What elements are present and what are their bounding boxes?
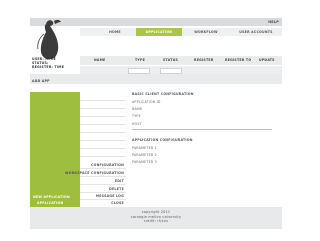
col-register[interactable]: REGISTER	[194, 56, 214, 65]
main-nav: HOME APPLICATION WORKFLOW USER ACCOUNTS	[80, 28, 282, 36]
tab-application[interactable]: APPLICATION	[136, 28, 182, 36]
footer-copyright: copyright 2011	[141, 210, 171, 214]
parameter-2-label: PARAMETER 2	[132, 153, 157, 157]
tab-application-label: APPLICATION	[145, 30, 173, 34]
edit-link[interactable]: EDIT	[115, 179, 124, 183]
message-log-link[interactable]: MESSAGE LOG	[96, 194, 124, 198]
tab-user-accounts[interactable]: USER ACCOUNTS	[230, 28, 282, 36]
help-link[interactable]: HELP	[268, 20, 279, 24]
add-app-button[interactable]: ADD APP	[32, 79, 50, 83]
basic-config-heading: BASIC CLIENT CONFIGURATION	[132, 92, 194, 96]
workspace-configuration-link[interactable]: WORKSPACE CONFIGURATION	[65, 171, 124, 175]
section-divider	[132, 129, 272, 130]
footer: copyright 2011 carnegie mellon universit…	[30, 207, 282, 229]
type-label: TYPE	[132, 114, 141, 118]
green-sidebar	[30, 92, 80, 207]
col-name[interactable]: NAME	[94, 56, 105, 65]
tab-home-label: HOME	[109, 30, 121, 34]
list-divider	[80, 132, 126, 133]
list-divider	[80, 140, 126, 141]
col-register-to[interactable]: REGISTER TO	[225, 56, 251, 65]
list-divider	[80, 176, 126, 177]
col-type[interactable]: TYPE	[135, 56, 145, 65]
filter-input-status[interactable]	[160, 67, 182, 74]
list-divider	[80, 116, 126, 117]
register-time-label: REGISTER: TIME	[32, 65, 65, 69]
list-divider	[80, 192, 126, 193]
app-config-heading: APPLICATION CONFIGURATION	[132, 138, 193, 142]
toolbar-band	[30, 74, 282, 84]
list-divider	[80, 148, 126, 149]
footer-credit: credit: rf/xxx	[143, 219, 169, 223]
tab-workflow[interactable]: WORKFLOW	[182, 28, 230, 36]
footer-university: carnegie mellon university	[130, 214, 182, 219]
tab-user-accounts-label: USER ACCOUNTS	[239, 30, 273, 34]
configuration-link[interactable]: CONFIGURATION	[91, 163, 124, 167]
col-update[interactable]: UPDATE	[259, 56, 275, 65]
list-divider	[80, 199, 126, 200]
list-divider	[80, 184, 126, 185]
application-id-label: APPLICATION ID	[132, 100, 161, 104]
list-divider	[80, 100, 126, 101]
parameter-1-label: PARAMETER 1	[132, 146, 157, 150]
delete-link[interactable]: DELETE	[109, 187, 124, 191]
tab-workflow-label: WORKFLOW	[194, 30, 218, 34]
name-label: NAME	[132, 107, 143, 111]
application-link[interactable]: APPLICATION	[37, 201, 63, 205]
parameter-3-label: PARAMETER 3	[132, 160, 157, 164]
logo-icon	[37, 19, 61, 60]
new-application-link[interactable]: NEW APPLICATION	[33, 195, 70, 199]
list-divider	[80, 108, 126, 109]
filter-input-type[interactable]	[128, 67, 150, 74]
table-header: NAME TYPE STATUS REGISTER REGISTER TO UP…	[80, 56, 282, 65]
list-divider	[80, 156, 126, 157]
host-label: HOST	[132, 122, 142, 126]
list-divider	[80, 124, 126, 125]
list-divider	[80, 168, 126, 169]
close-link[interactable]: CLOSE	[111, 201, 124, 205]
col-status[interactable]: STATUS	[163, 56, 178, 65]
